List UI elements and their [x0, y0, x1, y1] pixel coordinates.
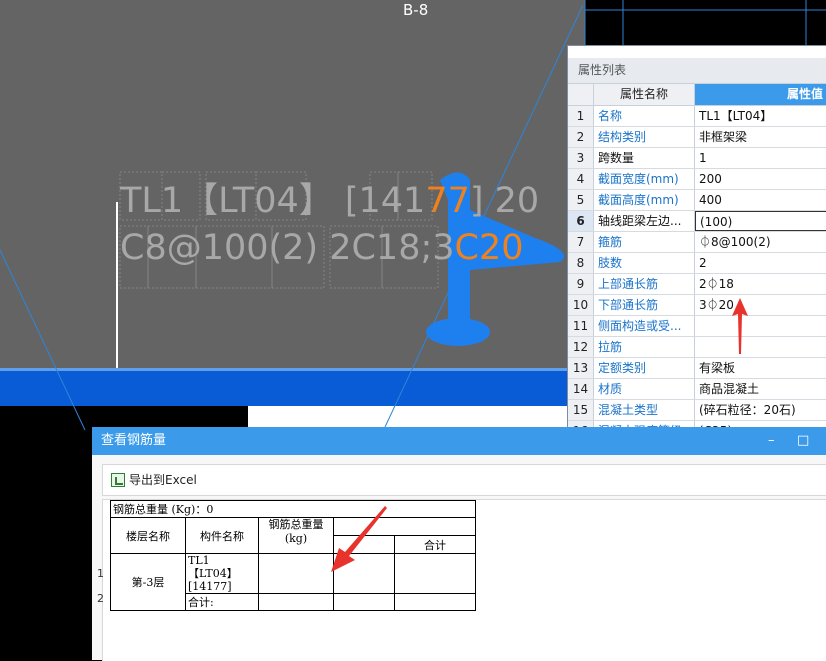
property-value[interactable]: 商品混凝土	[695, 379, 826, 399]
property-row-number: 3	[568, 148, 594, 168]
property-row[interactable]: 2 结构类别 非框架梁	[568, 127, 826, 148]
property-row[interactable]: 10 下部通长筋 3⏀20	[568, 295, 826, 316]
property-value[interactable]: (碎石粒径：20石)	[695, 400, 826, 420]
property-row[interactable]: 5 截面高度(mm) 400	[568, 190, 826, 211]
property-value-header: 属性值	[695, 84, 826, 105]
property-value[interactable]: (100)	[695, 211, 826, 231]
property-name: 侧面构造或受...	[594, 316, 695, 336]
property-row-number: 2	[568, 127, 594, 147]
property-value[interactable]: 2	[695, 253, 826, 273]
dialog-title-bar: 查看钢筋量 – □	[92, 427, 826, 455]
property-row-number: 8	[568, 253, 594, 273]
property-name: 材质	[594, 379, 695, 399]
property-name: 结构类别	[594, 127, 695, 147]
property-value[interactable]: TL1【LT04】	[695, 106, 826, 126]
property-row-number: 4	[568, 169, 594, 189]
property-row[interactable]: 13 定额类别 有梁板	[568, 358, 826, 379]
property-name: 上部通长筋	[594, 274, 695, 294]
property-name: 拉筋	[594, 337, 695, 357]
property-value[interactable]: ⏀8@100(2)	[695, 232, 826, 252]
property-value[interactable]: 有梁板	[695, 358, 826, 378]
property-header: 属性名称 属性值	[568, 84, 826, 106]
export-excel-button[interactable]: 导出到Excel	[111, 471, 197, 488]
property-value[interactable]: 200	[695, 169, 826, 189]
property-row[interactable]: 9 上部通长筋 2⏀18	[568, 274, 826, 295]
property-name: 轴线距梁左边...	[594, 211, 695, 231]
maximize-button[interactable]: □	[797, 427, 809, 455]
beam-label-line2: C8@100(2) 2C18;3C20	[120, 228, 524, 268]
property-row-number: 10	[568, 295, 594, 315]
property-row[interactable]: 8 肢数 2	[568, 253, 826, 274]
col-floor-header: 楼层名称	[110, 517, 186, 554]
property-value[interactable]: 2⏀18	[695, 274, 826, 294]
component-cell: TL1【LT04】 [14177]	[185, 553, 259, 594]
report-view[interactable]: 1 2 钢筋总重量 (Kg)：0 楼层名称 构件名称 钢筋总重量 (kg) 合计 …	[97, 499, 826, 661]
dialog-toolbar: 导出到Excel	[102, 464, 826, 496]
property-panel: 属性列表 属性名称 属性值 1 名称 TL1【LT04】 2 结构类别 非框架梁 3 跨数量 1…	[567, 45, 826, 431]
rebar-report-table: 钢筋总重量 (Kg)：0 楼层名称 构件名称 钢筋总重量 (kg) 合计 第-3层…	[110, 500, 476, 611]
export-excel-label: 导出到Excel	[129, 473, 197, 487]
excel-icon	[111, 472, 125, 487]
property-row[interactable]: 11 侧面构造或受...	[568, 316, 826, 337]
property-row-number: 14	[568, 379, 594, 399]
property-name-header: 属性名称	[594, 84, 695, 105]
floor-cell: 第-3层	[110, 553, 186, 611]
property-row-number: 7	[568, 232, 594, 252]
total-weight-label: 钢筋总重量 (Kg)：0	[110, 500, 476, 518]
dialog-title: 查看钢筋量	[101, 433, 167, 448]
subtotal-cell: 合计:	[185, 593, 259, 611]
property-value[interactable]: 1	[695, 148, 826, 168]
property-value[interactable]: 3⏀20	[695, 295, 826, 315]
property-name: 肢数	[594, 253, 695, 273]
beam-label-line1: TL1【LT04】 [14177] 20	[120, 181, 540, 221]
property-row[interactable]: 12 拉筋	[568, 337, 826, 358]
property-name: 箍筋	[594, 232, 695, 252]
property-row-number: 11	[568, 316, 594, 336]
property-value[interactable]: 非框架梁	[695, 127, 826, 147]
property-name: 截面高度(mm)	[594, 190, 695, 210]
property-name: 跨数量	[594, 148, 695, 168]
rebar-quantity-dialog: 查看钢筋量 – □ 导出到Excel 1 2 钢筋总重量 (Kg)：0 楼层名称…	[92, 427, 826, 661]
property-row-number: 12	[568, 337, 594, 357]
col-component-header: 构件名称	[185, 517, 259, 554]
property-name: 名称	[594, 106, 695, 126]
property-row[interactable]: 4 截面宽度(mm) 200	[568, 169, 826, 190]
minimize-button[interactable]: –	[768, 427, 775, 455]
property-panel-title: 属性列表	[568, 58, 826, 84]
property-row-number: 13	[568, 358, 594, 378]
property-row[interactable]: 3 跨数量 1	[568, 148, 826, 169]
property-name: 下部通长筋	[594, 295, 695, 315]
property-row[interactable]: 14 材质 商品混凝土	[568, 379, 826, 400]
property-value[interactable]	[695, 337, 826, 357]
property-row-number: 9	[568, 274, 594, 294]
red-arrow-icon	[331, 506, 387, 572]
property-row[interactable]: 15 混凝土类型 (碎石粒径：20石)	[568, 400, 826, 421]
property-row[interactable]: 7 箍筋 ⏀8@100(2)	[568, 232, 826, 253]
property-name: 定额类别	[594, 358, 695, 378]
property-value[interactable]	[695, 316, 826, 336]
property-name: 截面宽度(mm)	[594, 169, 695, 189]
property-row[interactable]: 1 名称 TL1【LT04】	[568, 106, 826, 127]
red-arrow-icon	[732, 298, 748, 354]
axis-label: B-8	[403, 1, 428, 19]
property-rows: 1 名称 TL1【LT04】 2 结构类别 非框架梁 3 跨数量 1 4 截面宽度(mm) 200 5 截…	[568, 106, 826, 431]
property-value[interactable]: 400	[695, 190, 826, 210]
col-total-header: 合计	[394, 535, 476, 554]
row-number: 1	[97, 567, 104, 580]
property-row-number: 6	[568, 211, 594, 231]
property-name: 混凝土类型	[594, 400, 695, 420]
property-row[interactable]: 6 轴线距梁左边... (100)	[568, 211, 826, 232]
property-row-number: 5	[568, 190, 594, 210]
row-number: 2	[97, 592, 104, 605]
property-row-number: 1	[568, 106, 594, 126]
property-row-number: 15	[568, 400, 594, 420]
